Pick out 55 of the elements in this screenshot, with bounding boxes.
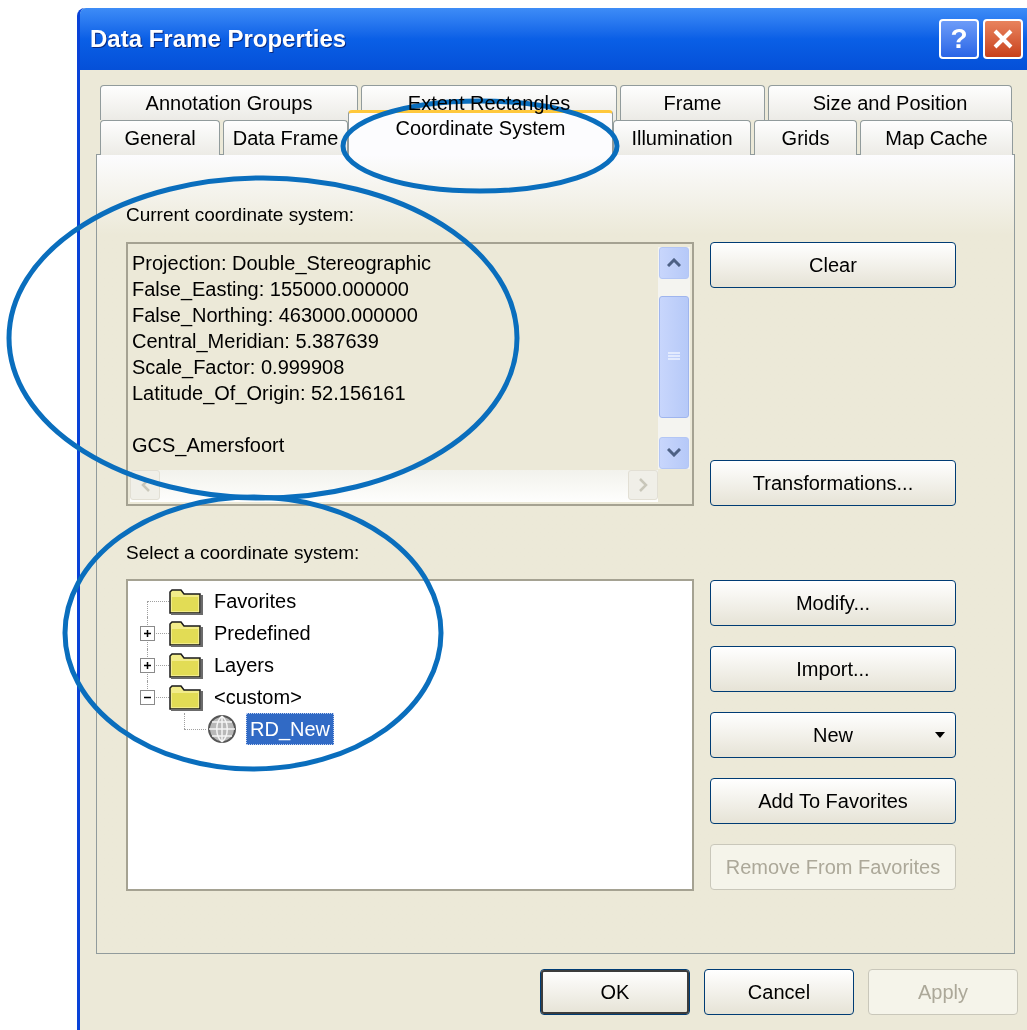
tab[interactable]: General [100,120,220,155]
folder-icon [169,683,203,711]
tree-item[interactable]: Favorites [210,585,301,617]
tab[interactable]: Size and Position [768,85,1012,120]
text-line: False_Northing: 463000.000000 [132,302,419,328]
plus-icon [141,659,154,672]
scroll-up-button[interactable] [659,246,689,279]
tab[interactable]: Grids [754,120,857,155]
text-line: False_Easting: 155000.000000 [132,276,410,302]
tab[interactable]: Data Frame [223,120,348,155]
close-button[interactable] [983,19,1023,59]
button[interactable]: Modify... [710,580,956,626]
plus-icon [141,627,154,640]
tab[interactable]: Annotation Groups [100,85,358,120]
button[interactable]: Add To Favorites [710,778,956,824]
expand-toggle[interactable] [140,626,155,641]
chevron-up-icon [667,258,681,267]
scroll-thumb[interactable] [659,295,689,418]
grip-icon [668,351,680,362]
text-line: Latitude_Of_Origin: 52.156161 [132,380,407,406]
button[interactable]: Cancel [704,969,854,1015]
button[interactable]: New [710,712,956,758]
horizontal-scrollbar[interactable] [130,469,658,502]
button: Apply [868,969,1018,1015]
button[interactable]: Clear [710,241,956,288]
window-title: Data Frame Properties [90,24,348,54]
tab[interactable]: Illumination [613,120,751,155]
folder-icon [169,651,203,679]
chevron-right-icon [638,477,648,492]
button[interactable]: Import... [710,646,956,692]
section-label: Current coordinate system: [126,203,356,227]
button[interactable]: OK [540,969,690,1015]
chevron-down-icon [667,448,681,457]
folder-icon [169,619,203,647]
close-icon [992,28,1014,50]
collapse-toggle[interactable] [140,690,155,705]
vertical-scrollbar[interactable] [658,246,690,469]
text-line: Central_Meridian: 5.387639 [132,328,380,354]
tab[interactable]: Map Cache [860,120,1013,155]
tree-item[interactable]: RD_New [246,713,335,745]
expand-toggle[interactable] [140,658,155,673]
text-line: Projection: Double_Stereographic [132,250,432,276]
globe-icon [206,714,238,744]
text-line: GCS_Amersfoort [132,432,286,458]
tree-item[interactable]: <custom> [210,681,306,713]
tree-item[interactable]: Layers [210,649,279,681]
button[interactable]: Transformations... [710,459,956,506]
text-line: Scale_Factor: 0.999908 [132,354,346,380]
tree-item[interactable]: Predefined [210,617,315,649]
scroll-down-button[interactable] [659,436,689,469]
caret-down-icon [935,732,945,738]
button: Remove From Favorites [710,844,956,890]
tab[interactable]: Frame [620,85,765,120]
folder-icon [169,587,203,615]
section-label: Select a coordinate system: [126,540,361,565]
